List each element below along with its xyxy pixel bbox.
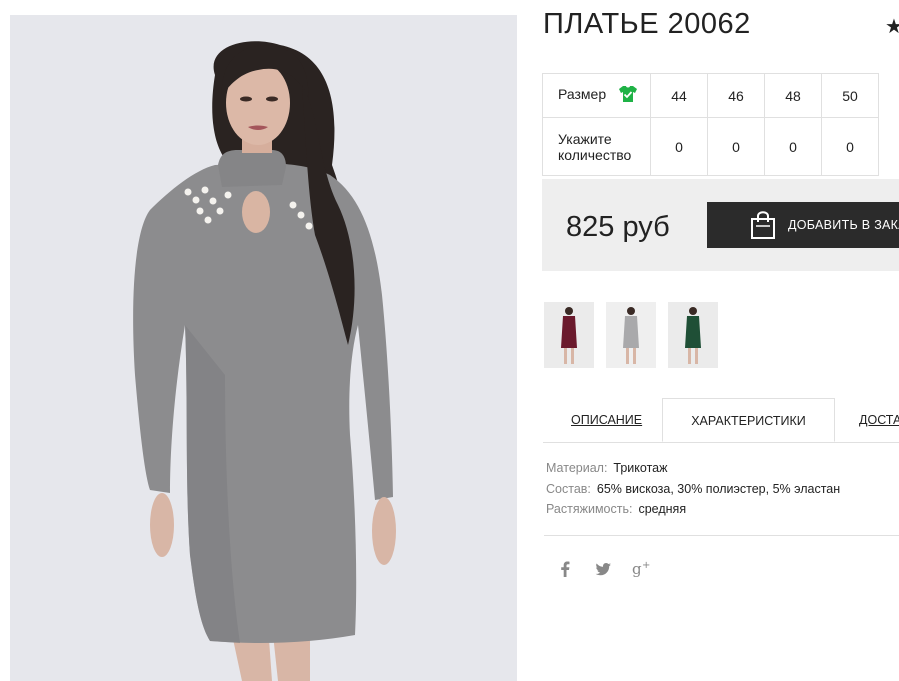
quantity-row: Укажите количество 0 0 0 0 bbox=[542, 117, 879, 176]
size-table: Размер 44 46 48 50 Укажите количество 0 … bbox=[542, 73, 879, 176]
color-thumbnail-grey[interactable] bbox=[606, 302, 656, 368]
product-title: ПЛАТЬЕ 20062 bbox=[543, 8, 751, 40]
thumbnail-burgundy-image bbox=[544, 302, 594, 368]
size-row: Размер 44 46 48 50 bbox=[542, 73, 879, 118]
spec-key: Состав: bbox=[546, 481, 591, 496]
tab-description[interactable]: ОПИСАНИЕ bbox=[571, 398, 642, 442]
size-label: Размер bbox=[558, 86, 607, 103]
spec-key: Растяжимость: bbox=[546, 502, 633, 516]
add-to-cart-button[interactable]: ДОБАВИТЬ В ЗАКАЗ bbox=[707, 202, 899, 248]
size-label-cell: Размер bbox=[542, 73, 651, 118]
spec-row: Растяжимость: средняя bbox=[546, 499, 840, 520]
color-thumbnail-burgundy[interactable] bbox=[544, 302, 594, 368]
price: 825 руб bbox=[566, 211, 670, 243]
size-chart-icon[interactable] bbox=[618, 85, 638, 106]
spec-value: Трикотаж bbox=[613, 461, 668, 475]
svg-text:g: g bbox=[632, 560, 642, 577]
product-main-image[interactable] bbox=[10, 15, 517, 681]
size-48: 48 bbox=[764, 73, 822, 118]
facebook-icon[interactable] bbox=[560, 561, 570, 582]
product-tabs: ОПИСАНИЕ ХАРАКТЕРИСТИКИ ДОСТАВКА bbox=[543, 398, 899, 443]
quantity-input-50[interactable]: 0 bbox=[821, 117, 879, 176]
quantity-input-46[interactable]: 0 bbox=[707, 117, 765, 176]
quantity-label: Укажите количество bbox=[542, 117, 651, 176]
thumbnail-green-image bbox=[668, 302, 718, 368]
spec-key: Материал: bbox=[546, 461, 608, 475]
spec-row: Состав: 65% вискоза, 30% полиэстер, 5% эл… bbox=[546, 479, 840, 500]
size-44: 44 bbox=[650, 73, 708, 118]
twitter-icon[interactable] bbox=[595, 563, 611, 581]
spec-value: 65% вискоза, 30% полиэстер, 5% эластан bbox=[596, 481, 841, 496]
specs-list: Материал: Трикотаж Состав: 65% вискоза, 30… bbox=[546, 458, 840, 520]
thumbnail-grey-image bbox=[606, 302, 656, 368]
quantity-input-44[interactable]: 0 bbox=[650, 117, 708, 176]
spec-value: средняя bbox=[638, 502, 687, 516]
tab-delivery[interactable]: ДОСТАВКА bbox=[859, 398, 899, 442]
price-box: 825 руб ДОБАВИТЬ В ЗАКАЗ bbox=[542, 179, 899, 271]
add-to-cart-label: ДОБАВИТЬ В ЗАКАЗ bbox=[788, 218, 899, 232]
star-icon[interactable]: ★ bbox=[885, 14, 899, 39]
tab-characteristics[interactable]: ХАРАКТЕРИСТИКИ bbox=[662, 398, 835, 442]
shopping-bag-icon bbox=[749, 210, 777, 243]
svg-text:+: + bbox=[642, 560, 650, 571]
color-thumbnail-green[interactable] bbox=[668, 302, 718, 368]
size-50: 50 bbox=[821, 73, 879, 118]
google-plus-icon[interactable]: g + bbox=[632, 559, 652, 582]
quantity-input-48[interactable]: 0 bbox=[764, 117, 822, 176]
model-illustration bbox=[10, 15, 517, 681]
size-46: 46 bbox=[707, 73, 765, 118]
divider bbox=[544, 535, 899, 536]
spec-row: Материал: Трикотаж bbox=[546, 458, 840, 479]
